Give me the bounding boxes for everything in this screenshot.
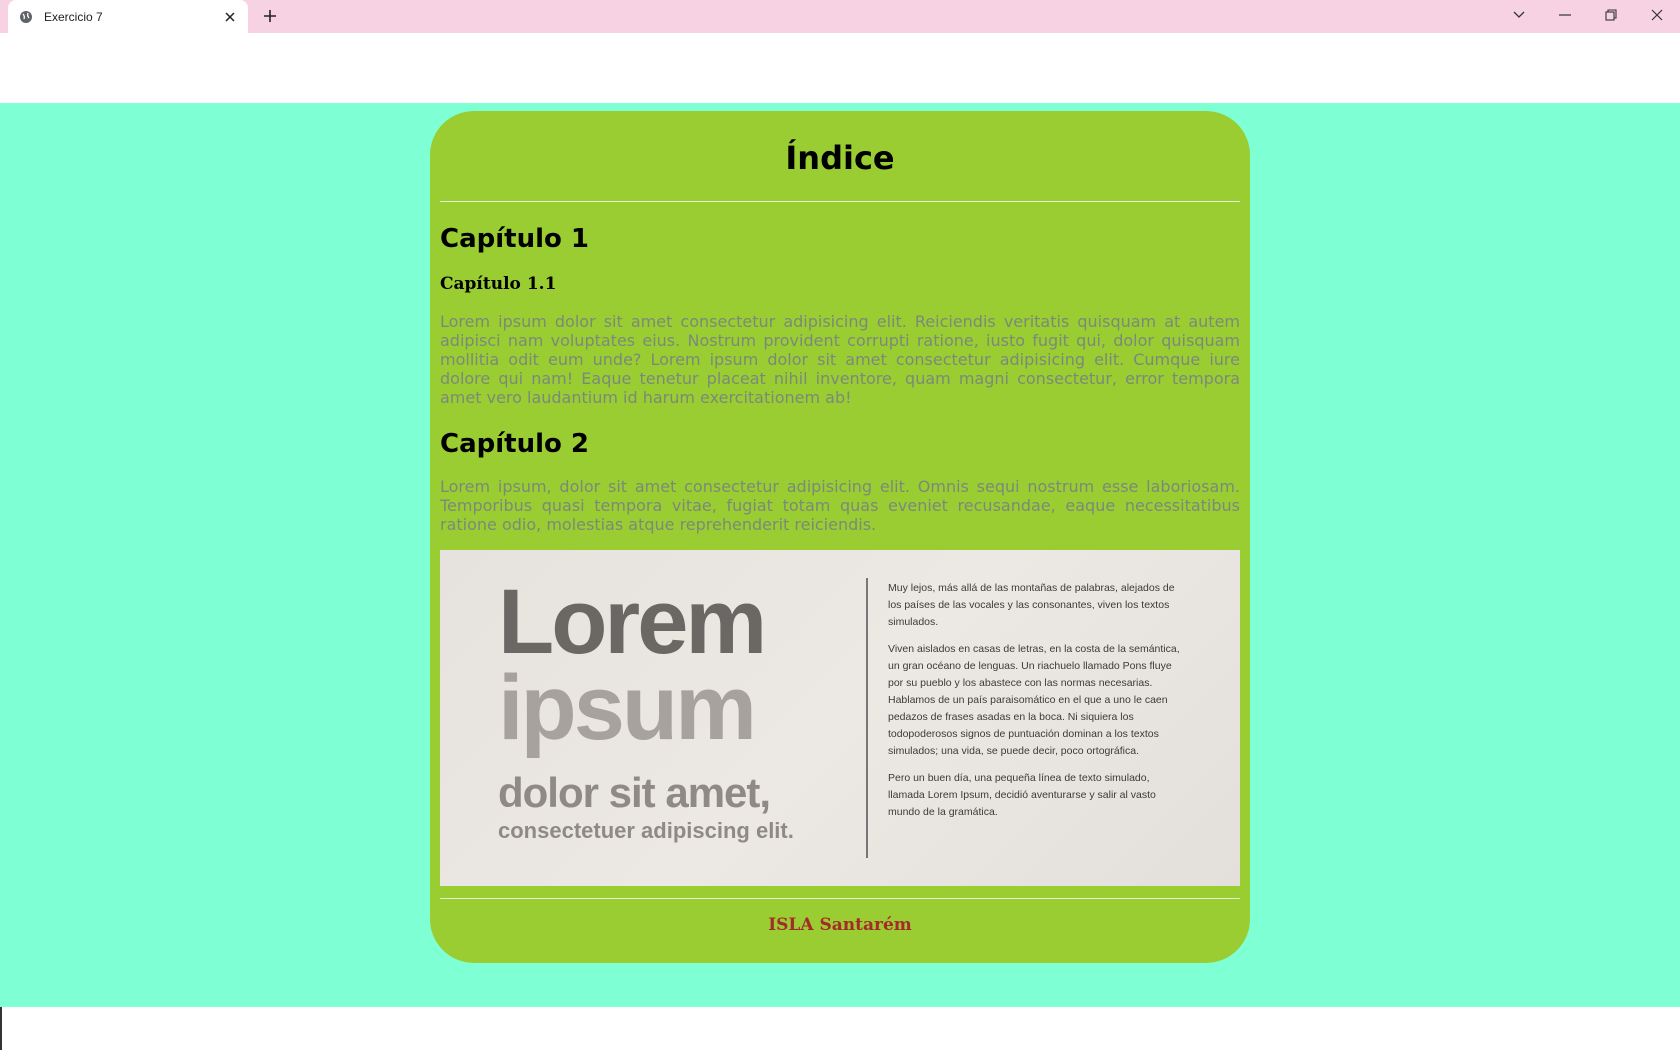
content-card: Índice Capítulo 1 Capítulo 1.1 Lorem ips… (430, 111, 1250, 963)
divider-bottom (440, 898, 1240, 899)
minimize-icon[interactable] (1550, 4, 1580, 26)
image-para-2: Viven aislados en casas de letras, en la… (888, 643, 1180, 757)
image-lorem: Lorem (498, 571, 767, 673)
image-paragraphs: Muy lejos, más allá de las montañas de p… (888, 580, 1188, 831)
image-dolor: dolor sit amet, (498, 769, 771, 816)
browser-tab[interactable]: Exercicio 7 (8, 0, 248, 33)
image-rule (866, 578, 868, 858)
chapter-1-text: Lorem ipsum dolor sit amet consectetur a… (440, 312, 1240, 407)
lorem-ipsum-image: Lorem ipsum dolor sit amet, consectetuer… (440, 550, 1240, 886)
chapter-2-text: Lorem ipsum, dolor sit amet consectetur … (440, 477, 1240, 534)
page-title: Índice (785, 139, 895, 177)
tab-search-icon[interactable] (1504, 4, 1534, 26)
image-para-1: Muy lejos, más allá de las montañas de p… (888, 582, 1175, 628)
new-tab-icon[interactable] (260, 6, 280, 26)
image-ipsum: ipsum (498, 657, 757, 759)
footer-text: ISLA Santarém (768, 915, 912, 935)
browser-toolbar (0, 33, 1680, 103)
divider-top (440, 201, 1240, 202)
chapter-1-heading: Capítulo 1 (440, 224, 590, 254)
close-tab-icon[interactable] (222, 9, 238, 25)
image-consectetuer: consectetuer adipiscing elit. (498, 818, 794, 843)
globe-icon (18, 9, 34, 25)
tab-strip: Exercicio 7 (0, 0, 1680, 33)
chapter-1-1-heading: Capítulo 1.1 (440, 274, 557, 294)
tab-title: Exercicio 7 (44, 9, 103, 24)
image-para-3: Pero un buen día, una pequeña línea de t… (888, 772, 1156, 818)
page-bottom (0, 1007, 1680, 1050)
page-viewport: Índice Capítulo 1 Capítulo 1.1 Lorem ips… (0, 103, 1680, 1007)
chapter-2-heading: Capítulo 2 (440, 429, 590, 459)
restore-icon[interactable] (1596, 4, 1626, 26)
close-window-icon[interactable] (1642, 4, 1672, 26)
